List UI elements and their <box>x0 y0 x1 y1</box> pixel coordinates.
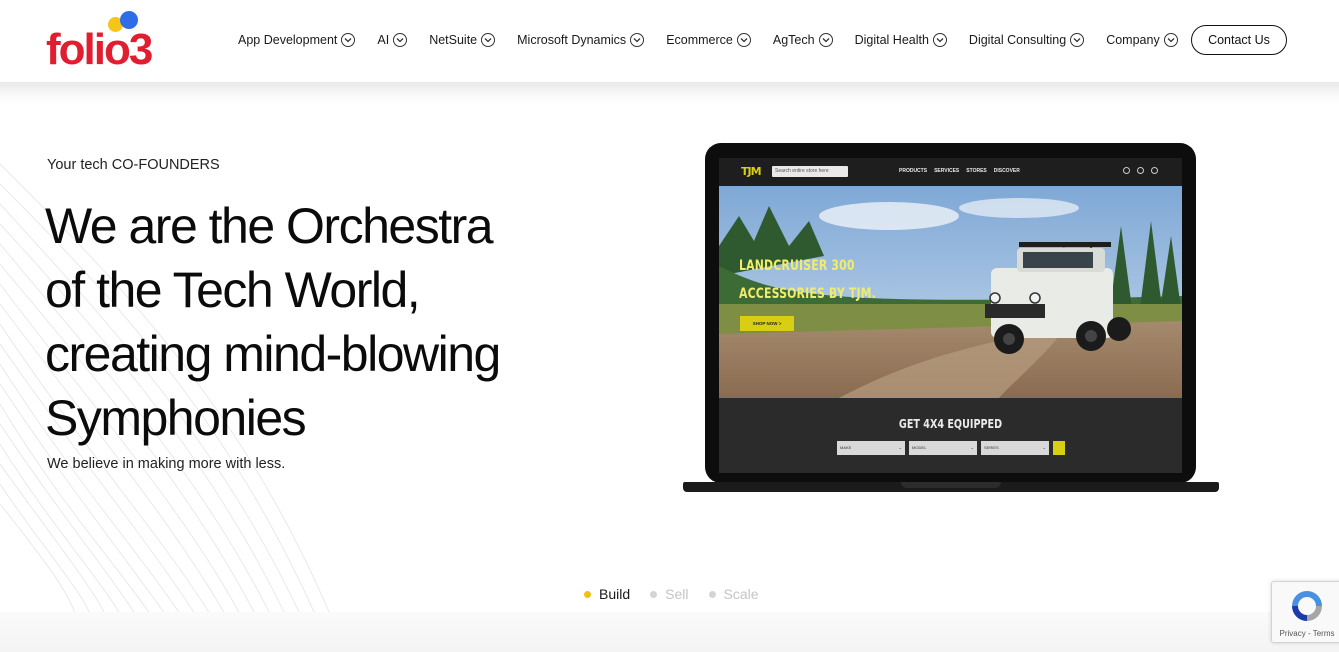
mock-menu-item: SERVICES <box>934 168 960 174</box>
folio3-logo[interactable]: folio3 <box>44 8 174 72</box>
hero-title: We are the Orchestra of the Tech World, … <box>45 194 605 450</box>
mock-select-label: MODEL <box>912 445 927 450</box>
hero-eyebrow: Your tech CO-FOUNDERS <box>47 157 220 173</box>
site-header: folio3 App Development AI NetSuite Micro… <box>0 0 1339 82</box>
mock-header-icons <box>1123 167 1165 174</box>
chevron-down-icon <box>341 33 356 47</box>
recaptcha-icon <box>1292 591 1322 621</box>
chevron-down-icon: ⌄ <box>970 445 974 450</box>
mock-menu-item: DISCOVER <box>993 168 1020 174</box>
recaptcha-links[interactable]: Privacy - Terms <box>1272 629 1339 638</box>
chevron-down-icon: ⌄ <box>1042 445 1046 450</box>
hero-title-line: We are the Orchestra <box>45 198 494 254</box>
mock-hero-line: ACCESSORIES BY TJM. <box>739 286 876 302</box>
nav-digital-consulting[interactable]: Digital Consulting <box>968 33 1085 47</box>
nav-ai[interactable]: AI <box>377 33 408 47</box>
chevron-down-icon <box>818 33 833 47</box>
nav-label: Company <box>1106 33 1160 47</box>
main-nav: App Development AI NetSuite Microsoft Dy… <box>238 30 1200 50</box>
hero-title-line: Symphonies <box>45 390 307 446</box>
mock-go-button <box>1053 441 1065 455</box>
step-sell[interactable]: Sell <box>650 586 689 602</box>
compass-icon <box>1123 167 1130 174</box>
step-build[interactable]: Build <box>584 586 630 602</box>
nav-microsoft-dynamics[interactable]: Microsoft Dynamics <box>517 33 645 47</box>
nav-digital-health[interactable]: Digital Health <box>855 33 947 47</box>
mock-series-select: SERIES ⌄ <box>981 441 1049 455</box>
carousel-steps: Build Sell Scale <box>584 586 779 602</box>
chevron-down-icon <box>481 33 496 47</box>
contact-us-button[interactable]: Contact Us <box>1191 25 1287 55</box>
step-label: Build <box>599 586 631 602</box>
step-dot <box>584 590 591 598</box>
chevron-down-icon <box>393 33 408 47</box>
mock-equip-title: GET 4X4 EQUIPPED <box>898 417 1003 431</box>
recaptcha-badge[interactable]: Privacy - Terms <box>1271 581 1339 643</box>
nav-company[interactable]: Company <box>1106 33 1178 47</box>
laptop-notch <box>901 482 1001 488</box>
nav-label: Microsoft Dynamics <box>517 33 627 47</box>
mock-site-navbar: TJM Search entire store here PRODUCTS SE… <box>719 158 1182 186</box>
chevron-down-icon <box>1070 33 1085 47</box>
step-label: Scale <box>723 586 759 602</box>
nav-label: Digital Consulting <box>968 33 1067 47</box>
cart-icon <box>1151 167 1158 174</box>
mock-select-label: SERIES <box>984 445 999 450</box>
nav-netsuite[interactable]: NetSuite <box>429 33 496 47</box>
user-icon <box>1137 167 1144 174</box>
mock-select-label: MAKE <box>840 445 852 450</box>
mock-search-field: Search entire store here <box>772 166 848 177</box>
chevron-down-icon <box>736 33 751 47</box>
step-dot <box>650 590 658 598</box>
nav-label: App Development <box>238 33 338 47</box>
logo-text: folio3 <box>46 25 153 74</box>
mock-equip-section: GET 4X4 EQUIPPED MAKE ⌄ MODEL ⌄ SERIES ⌄ <box>719 398 1182 473</box>
nav-agtech[interactable]: AgTech <box>773 33 833 47</box>
nav-label: AI <box>377 33 390 47</box>
hero-title-line: of the Tech World, <box>45 262 421 318</box>
nav-label: NetSuite <box>429 33 478 47</box>
step-label: Sell <box>665 586 689 602</box>
laptop-mockup: TJM Search entire store here PRODUCTS SE… <box>683 143 1219 493</box>
mock-make-select: MAKE ⌄ <box>837 441 905 455</box>
header-shadow <box>0 82 1339 104</box>
mock-site-logo: TJM <box>741 165 762 178</box>
step-dot <box>708 590 716 598</box>
mock-hero-line: LANDCRUISER 300 <box>739 258 855 274</box>
mock-model-select: MODEL ⌄ <box>909 441 977 455</box>
section-bottom-fade <box>0 612 1339 652</box>
nav-ecommerce[interactable]: Ecommerce <box>666 33 751 47</box>
chevron-down-icon <box>1163 33 1178 47</box>
step-scale[interactable]: Scale <box>708 586 759 602</box>
mock-vehicle-selectors: MAKE ⌄ MODEL ⌄ SERIES ⌄ <box>837 441 1065 455</box>
laptop-screen: TJM Search entire store here PRODUCTS SE… <box>719 158 1182 473</box>
nav-label: AgTech <box>772 33 815 47</box>
chevron-down-icon <box>630 33 645 47</box>
hero-subtitle: We believe in making more with less. <box>47 456 286 472</box>
hero-title-line: creating mind-blowing <box>45 326 501 382</box>
mock-site-menu: PRODUCTS SERVICES STORES DISCOVER <box>899 168 1027 174</box>
mock-menu-item: PRODUCTS <box>899 168 928 174</box>
mock-hero-image: LANDCRUISER 300 ACCESSORIES BY TJM. SHOP… <box>719 186 1182 398</box>
mock-hero-headline: LANDCRUISER 300 ACCESSORIES BY TJM. <box>739 252 876 308</box>
nav-label: Digital Health <box>854 33 929 47</box>
mock-shop-now-button: SHOP NOW > <box>740 316 794 331</box>
chevron-down-icon <box>932 33 947 47</box>
chevron-down-icon: ⌄ <box>898 445 902 450</box>
nav-app-development[interactable]: App Development <box>238 33 356 47</box>
mock-menu-item: STORES <box>966 168 987 174</box>
nav-label: Ecommerce <box>666 33 733 47</box>
